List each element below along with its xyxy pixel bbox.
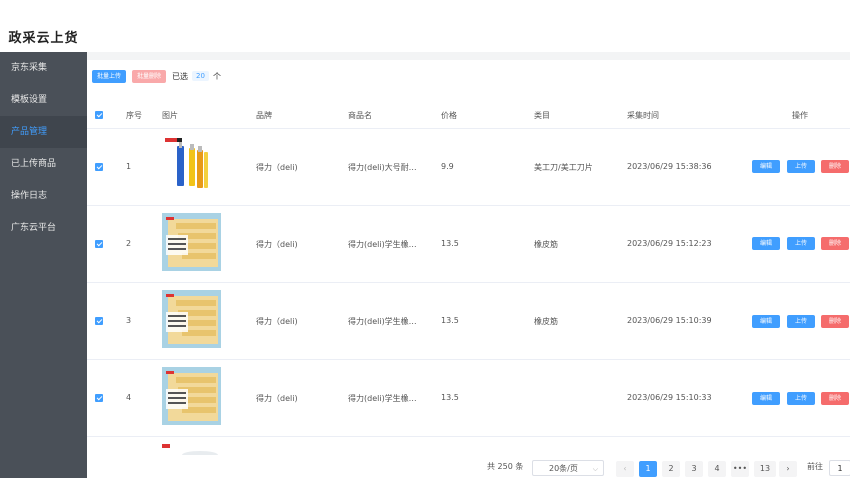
selected-suffix: 个	[212, 71, 221, 81]
header-index: 序号	[126, 111, 142, 120]
next-page-button[interactable]: ›	[779, 461, 797, 477]
selected-prefix: 已选	[172, 71, 189, 81]
row-index: 3	[126, 316, 132, 325]
content-top-band	[87, 52, 850, 60]
row-checkbox[interactable]	[95, 317, 103, 325]
chevron-down-icon: ⌵	[592, 465, 598, 473]
goto-page-input[interactable]: 1	[829, 460, 850, 476]
more-pages-button[interactable]: •••	[731, 461, 749, 477]
row-category: 橡皮筋	[534, 317, 558, 326]
row-divider	[87, 436, 850, 437]
upload-button[interactable]: 上传	[787, 160, 815, 173]
sidebar-item-uploaded-products[interactable]: 已上传商品	[0, 148, 87, 180]
row-divider	[87, 205, 850, 206]
edit-button[interactable]: 编辑	[752, 237, 780, 250]
header-name: 商品名	[348, 111, 372, 120]
page-button[interactable]: 4	[708, 461, 726, 477]
batch-delete-button[interactable]: 批量删除	[132, 69, 167, 83]
upload-button[interactable]: 上传	[787, 315, 815, 328]
row-checkbox[interactable]	[95, 240, 103, 248]
row-brand: 得力（deli)	[256, 163, 298, 172]
edit-button[interactable]: 编辑	[752, 160, 780, 173]
upload-button[interactable]: 上传	[787, 237, 815, 250]
sidebar-item-template-settings[interactable]: 模板设置	[0, 84, 87, 116]
edit-button[interactable]: 编辑	[752, 315, 780, 328]
eraser-box-image	[162, 213, 221, 271]
row-index: 1	[126, 162, 132, 171]
row-price: 13.5	[441, 393, 459, 402]
sidebar-item-jd-collect[interactable]: 京东采集	[0, 52, 87, 84]
page-size-select[interactable]: 20条/页 ⌵	[532, 460, 604, 476]
row-divider	[87, 128, 850, 129]
row-name: 得力(deli)学生橡…	[348, 394, 417, 403]
goto-label: 前往	[807, 462, 823, 471]
page-button[interactable]: 1	[639, 461, 657, 477]
row-time: 2023/06/29 15:10:39	[627, 316, 712, 325]
row-price: 13.5	[441, 239, 459, 248]
chevron-right-icon: ›	[786, 464, 790, 473]
edit-button[interactable]: 编辑	[752, 392, 780, 405]
app-title: 政采云上货	[0, 25, 87, 52]
row-category: 橡皮筋	[534, 240, 558, 249]
sidebar-item-product-management[interactable]: 产品管理	[0, 116, 87, 148]
row-divider	[87, 282, 850, 283]
page-button[interactable]: 3	[685, 461, 703, 477]
batch-upload-button[interactable]: 批量上传	[92, 69, 127, 83]
eraser-box-image	[162, 367, 221, 425]
sidebar: 京东采集 模板设置 产品管理 已上传商品 操作日志 广东云平台	[0, 52, 87, 478]
row-name: 得力(deli)大号耐…	[348, 163, 417, 172]
delete-button[interactable]: 删除	[821, 315, 849, 328]
page-button[interactable]: 13	[754, 461, 776, 477]
delete-button[interactable]: 删除	[821, 160, 849, 173]
row-brand: 得力（deli)	[256, 240, 298, 249]
select-all-checkbox[interactable]	[95, 111, 103, 119]
row-price: 13.5	[441, 316, 459, 325]
row-time: 2023/06/29 15:38:36	[627, 162, 712, 171]
header-brand: 品牌	[256, 111, 272, 120]
page-button[interactable]: 2	[662, 461, 680, 477]
header-price: 价格	[441, 111, 457, 120]
pagination-total: 共 250 条	[487, 462, 524, 471]
delete-button[interactable]: 删除	[821, 392, 849, 405]
delete-button[interactable]: 删除	[821, 237, 849, 250]
row-index: 4	[126, 393, 132, 402]
prev-page-button[interactable]: ‹	[616, 461, 634, 477]
row-checkbox[interactable]	[95, 394, 103, 402]
row-time: 2023/06/29 15:12:23	[627, 239, 712, 248]
row-name: 得力(deli)学生橡…	[348, 317, 417, 326]
header-image: 图片	[162, 111, 178, 120]
row-brand: 得力（deli)	[256, 394, 298, 403]
selected-count-badge: 20	[192, 71, 209, 81]
row-brand: 得力（deli)	[256, 317, 298, 326]
row-index: 2	[126, 239, 132, 248]
toolbar: 批量上传 批量删除 已选 20 个	[92, 69, 221, 83]
sidebar-item-operation-log[interactable]: 操作日志	[0, 180, 87, 212]
header-time: 采集时间	[627, 111, 659, 120]
header-category: 类目	[534, 111, 550, 120]
row-divider	[87, 359, 850, 360]
product-image-partial	[162, 444, 218, 455]
page-size-value: 20条/页	[549, 464, 578, 473]
utility-knife-image	[162, 136, 221, 194]
upload-button[interactable]: 上传	[787, 392, 815, 405]
row-price: 9.9	[441, 162, 454, 171]
sidebar-item-guangdong-platform[interactable]: 广东云平台	[0, 212, 87, 244]
row-time: 2023/06/29 15:10:33	[627, 393, 712, 402]
eraser-box-image	[162, 290, 221, 348]
row-name: 得力(deli)学生橡…	[348, 240, 417, 249]
row-category: 美工刀/美工刀片	[534, 163, 593, 172]
header-ops: 操作	[792, 111, 808, 120]
row-checkbox[interactable]	[95, 163, 103, 171]
chevron-left-icon: ‹	[623, 464, 627, 473]
